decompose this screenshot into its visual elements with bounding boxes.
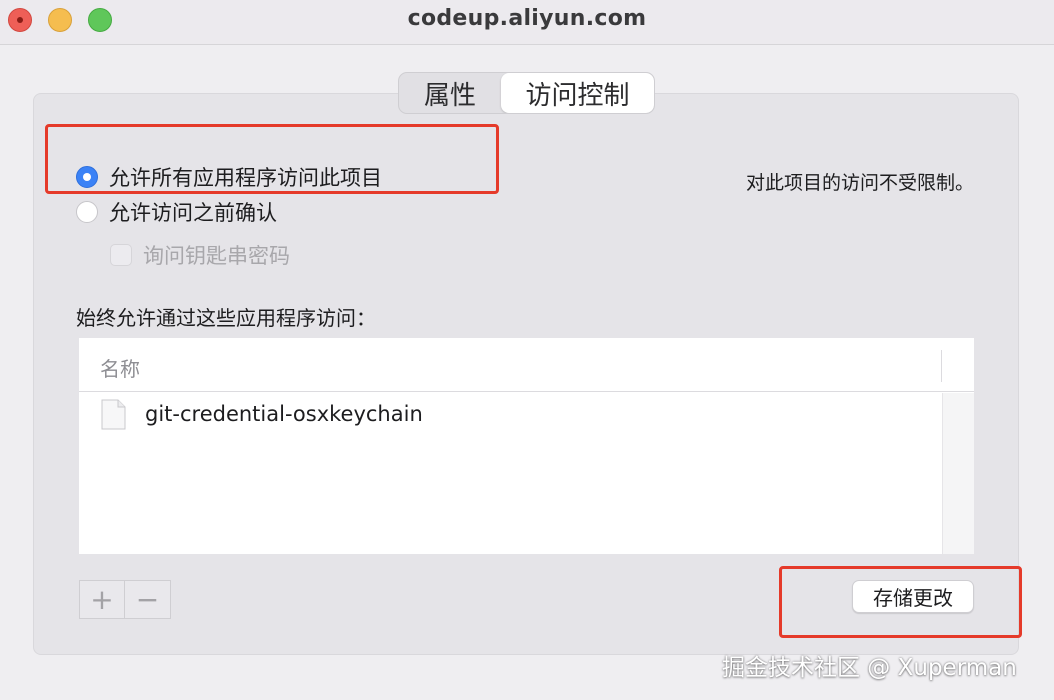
remove-app-button[interactable]: − [125,580,171,619]
access-note: 对此项目的访问不受限制。 [745,172,974,194]
title-bar: codeup.aliyun.com [0,0,1054,45]
window-title: codeup.aliyun.com [407,6,647,31]
add-app-button[interactable]: + [79,580,125,619]
watermark: 掘金技术社区 @ Xuperman [722,655,1017,681]
annotation-box-save [779,566,1022,638]
column-header-name[interactable]: 名称 [100,353,140,382]
table-row[interactable]: git-credential-osxkeychain [79,394,941,434]
tab-bar: 属性 访问控制 [398,72,655,114]
annotation-box-allow-all [45,124,499,194]
radio-unselected-icon[interactable] [76,201,98,223]
column-separator [941,350,942,382]
add-remove-controls: + − [79,580,171,619]
keychain-item-window: codeup.aliyun.com 属性 访问控制 允许所有应用程序访问此项目 … [0,0,1054,700]
allowed-apps-label: 始终允许通过这些应用程序访问： [76,306,376,330]
document-icon [101,399,126,429]
tab-attributes[interactable]: 属性 [399,73,501,113]
table-header: 名称 [79,338,974,392]
app-name: git-credential-osxkeychain [145,402,423,426]
table-scrollbar[interactable] [942,393,974,554]
checkbox-ask-password-row: 询问钥匙串密码 [110,240,290,270]
radio-option-confirm[interactable]: 允许访问之前确认 [76,197,277,227]
tab-access-control[interactable]: 访问控制 [501,73,654,113]
ask-password-checkbox[interactable] [110,244,132,266]
radio-label-confirm: 允许访问之前确认 [109,201,277,225]
allowed-apps-table: 名称 git-credential-osxkeychain [79,338,974,554]
checkbox-label-ask-password: 询问钥匙串密码 [143,244,290,268]
